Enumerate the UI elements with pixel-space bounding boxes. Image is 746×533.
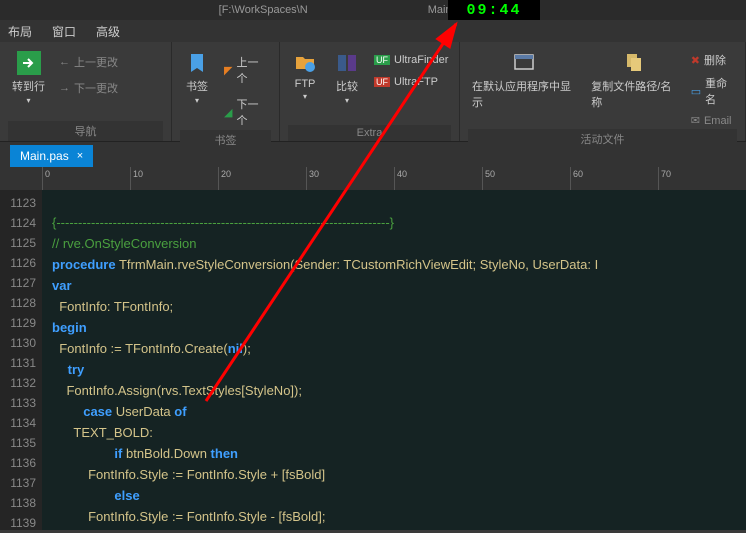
email-button[interactable]: ✉ Email: [689, 112, 737, 129]
line-number: 1134: [0, 413, 36, 433]
arrow-right-icon: →: [59, 82, 70, 94]
arrow-up-left-icon: ◤: [224, 64, 232, 77]
window-icon: [511, 50, 537, 76]
open-default-label: 在默认应用程序中显示: [472, 78, 575, 110]
compare-label: 比较: [336, 78, 358, 94]
title-bar: [F:\WorkSpaces\N Main.pas] - UltraEdit: [0, 0, 746, 20]
line-number: 1125: [0, 233, 36, 253]
copy-path-label: 复制文件路径/名称: [591, 78, 676, 110]
line-number: 1135: [0, 433, 36, 453]
next-change-button[interactable]: → 下一更改: [57, 78, 120, 98]
ruler-tick: 50: [482, 167, 495, 190]
ultrafinder-button[interactable]: UF UltraFinder: [372, 52, 450, 68]
ribbon: 转到行 ▾ ← 上一更改 → 下一更改 导航 书签 ▾ ◤ 上一个 ◢ 下一个 书签: [0, 42, 746, 142]
line-number: 1124: [0, 213, 36, 233]
compare-icon: [334, 50, 360, 76]
goto-arrow-icon: [16, 50, 42, 76]
ruler-tick: 40: [394, 167, 407, 190]
prev-bookmark-button[interactable]: ◤ 上一个: [222, 52, 271, 88]
editor-area: 1123112411251126112711281129113011311132…: [0, 190, 746, 530]
menu-window[interactable]: 窗口: [52, 23, 76, 40]
ftp-button[interactable]: FTP ▾: [288, 46, 322, 105]
next-change-label: 下一更改: [74, 80, 118, 96]
tab-close-icon[interactable]: ×: [77, 150, 83, 162]
group-bookmark-label: 书签: [180, 130, 271, 150]
arrow-left-icon: ←: [59, 56, 70, 68]
ruler-tick: 0: [42, 167, 50, 190]
rename-button[interactable]: ▭ 重命名: [689, 73, 737, 109]
ruler-tick: 10: [130, 167, 143, 190]
copy-path-button[interactable]: 复制文件路径/名称: [587, 46, 680, 114]
line-number: 1132: [0, 373, 36, 393]
goto-label: 转到行: [12, 78, 45, 94]
goto-line-button[interactable]: 转到行 ▾: [8, 46, 49, 109]
line-number: 1128: [0, 293, 36, 313]
uftp-icon: UF: [374, 77, 390, 87]
menu-bar: 布局 窗口 高级: [0, 20, 746, 42]
group-active-label: 活动文件: [468, 129, 737, 149]
email-icon: ✉: [691, 114, 700, 127]
bookmark-button[interactable]: 书签 ▾: [180, 46, 214, 109]
group-extra-label: Extra: [288, 125, 451, 141]
line-number: 1123: [0, 193, 36, 213]
ruler: 01020304050607080: [0, 167, 746, 190]
line-number: 1137: [0, 473, 36, 493]
ultraftp-button[interactable]: UF UltraFTP: [372, 74, 450, 90]
tab-label: Main.pas: [20, 149, 69, 163]
prev-change-button[interactable]: ← 上一更改: [57, 52, 120, 72]
delete-button[interactable]: ✖ 删除: [689, 50, 737, 70]
delete-icon: ✖: [691, 54, 700, 67]
menu-layout[interactable]: 布局: [8, 23, 32, 40]
ruler-tick: 20: [218, 167, 231, 190]
line-number: 1136: [0, 453, 36, 473]
compare-button[interactable]: 比较 ▾: [330, 46, 364, 109]
rename-icon: ▭: [691, 85, 701, 98]
next-bm-label: 下一个: [236, 96, 269, 128]
tab-main-pas[interactable]: Main.pas ×: [10, 145, 93, 167]
line-number: 1138: [0, 493, 36, 513]
arrow-down-right-icon: ◢: [224, 106, 232, 119]
ftp-label: FTP: [295, 78, 316, 90]
uf-label: UltraFinder: [394, 54, 448, 66]
prev-bm-label: 上一个: [236, 54, 269, 86]
line-number: 1129: [0, 313, 36, 333]
uf-icon: UF: [374, 55, 390, 65]
ruler-tick: 30: [306, 167, 319, 190]
line-number: 1127: [0, 273, 36, 293]
line-gutter: 1123112411251126112711281129113011311132…: [0, 190, 42, 530]
ruler-tick: 70: [658, 167, 671, 190]
bookmark-label: 书签: [186, 78, 208, 94]
line-number: 1126: [0, 253, 36, 273]
line-number: 1133: [0, 393, 36, 413]
copy-icon: [621, 50, 647, 76]
line-number: 1130: [0, 333, 36, 353]
ruler-tick: 60: [570, 167, 583, 190]
rename-label: 重命名: [705, 75, 735, 107]
menu-advanced[interactable]: 高级: [96, 23, 120, 40]
ftp-icon: [292, 50, 318, 76]
line-number: 1139: [0, 513, 36, 533]
bookmark-icon: [184, 50, 210, 76]
line-number: 1131: [0, 353, 36, 373]
email-label: Email: [704, 115, 732, 127]
uftp-label: UltraFTP: [394, 76, 438, 88]
delete-label: 删除: [704, 52, 726, 68]
group-nav-label: 导航: [8, 121, 163, 141]
prev-change-label: 上一更改: [74, 54, 118, 70]
title-text-left: [F:\WorkSpaces\N: [219, 4, 308, 16]
next-bookmark-button[interactable]: ◢ 下一个: [222, 94, 271, 130]
code-content[interactable]: {---------------------------------------…: [42, 190, 746, 530]
open-default-button[interactable]: 在默认应用程序中显示: [468, 46, 579, 114]
clock-overlay: 09:44: [448, 0, 540, 20]
